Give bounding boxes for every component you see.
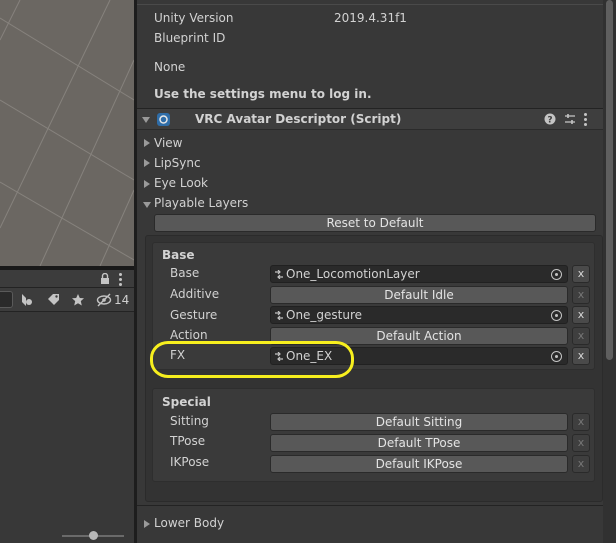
base-controller-value: One_LocomotionLayer <box>286 267 420 281</box>
section-separator <box>137 505 603 506</box>
additive-remove-button: x <box>572 286 590 304</box>
foldout-arrow-icon[interactable] <box>144 159 150 167</box>
sitting-remove-button: x <box>572 413 590 431</box>
blueprint-id-label: Blueprint ID <box>154 31 226 45</box>
preset-icon[interactable] <box>564 113 576 125</box>
kebab-menu-icon[interactable] <box>119 273 122 288</box>
base-remove-button[interactable]: x <box>572 265 590 283</box>
sitting-default-button[interactable]: Default Sitting <box>270 413 568 431</box>
scene-grid <box>0 0 134 266</box>
hierarchy-toolbar: 14 <box>0 288 134 312</box>
foldout-arrow-icon[interactable] <box>144 139 150 147</box>
base-controller-field[interactable]: One_LocomotionLayer <box>270 265 568 283</box>
slider-thumb[interactable] <box>89 531 98 540</box>
blueprint-id-value: None <box>154 60 186 74</box>
hierarchy-panel: 14 <box>0 270 134 543</box>
kebab-menu-icon[interactable] <box>584 113 587 128</box>
action-remove-button: x <box>572 327 590 345</box>
layer-label-tpose: TPose <box>170 434 206 448</box>
ikpose-default-button[interactable]: Default IKPose <box>270 455 568 473</box>
hierarchy-tab-bar <box>0 270 134 288</box>
layer-label-base: Base <box>170 266 200 280</box>
animator-controller-icon <box>275 270 283 279</box>
layer-label-gesture: Gesture <box>170 308 218 322</box>
scrollbar-thumb[interactable] <box>606 0 613 360</box>
gesture-controller-field[interactable]: One_gesture <box>270 306 568 324</box>
layer-label-sitting: Sitting <box>170 414 209 428</box>
base-group-title: Base <box>162 248 195 262</box>
fx-highlight-annotation <box>150 341 354 378</box>
tpose-default-button[interactable]: Default TPose <box>270 434 568 452</box>
previous-field-edge <box>137 0 603 5</box>
layer-label-additive: Additive <box>170 287 220 301</box>
foldout-lower-body[interactable]: Lower Body <box>154 516 224 530</box>
layer-label-ikpose: IKPose <box>170 455 210 469</box>
animator-controller-icon <box>275 311 283 320</box>
foldout-lipsync[interactable]: LipSync <box>154 156 201 170</box>
login-message: Use the settings menu to log in. <box>154 87 372 101</box>
object-picker-icon[interactable] <box>551 269 562 280</box>
help-icon[interactable]: ? <box>544 113 556 125</box>
additive-default-button[interactable]: Default Idle <box>270 286 568 304</box>
inspector-scrollbar[interactable] <box>603 0 616 543</box>
layer-label-action: Action <box>170 328 208 342</box>
collapse-arrow-icon[interactable] <box>142 117 150 123</box>
tpose-remove-button: x <box>572 434 590 452</box>
unity-version-label: Unity Version <box>154 11 234 25</box>
special-group-title: Special <box>162 395 211 409</box>
scene-view[interactable] <box>0 0 134 266</box>
component-title: VRC Avatar Descriptor (Script) <box>195 112 402 126</box>
svg-text:?: ? <box>547 116 552 126</box>
foldout-view[interactable]: View <box>154 136 182 150</box>
foldout-expanded-arrow-icon[interactable] <box>143 202 151 208</box>
foldout-arrow-icon[interactable] <box>144 520 150 528</box>
lock-icon[interactable] <box>100 273 110 284</box>
tag-icon[interactable] <box>46 293 60 307</box>
object-picker-icon[interactable] <box>551 310 562 321</box>
object-picker-icon[interactable] <box>551 351 562 362</box>
fx-remove-button[interactable]: x <box>572 347 590 365</box>
foldout-playable-layers[interactable]: Playable Layers <box>154 196 248 210</box>
foldout-arrow-icon[interactable] <box>144 180 150 188</box>
hidden-eye-icon[interactable] <box>96 293 112 307</box>
foldout-eye-look[interactable]: Eye Look <box>154 176 208 190</box>
search-field[interactable] <box>0 291 13 308</box>
reset-to-default-button[interactable]: Reset to Default <box>154 214 596 232</box>
inspector-panel: Unity Version 2019.4.31f1 Blueprint ID N… <box>137 0 603 543</box>
gesture-controller-value: One_gesture <box>286 308 363 322</box>
favorite-star-icon[interactable] <box>71 293 85 307</box>
hidden-count: 14 <box>114 293 130 307</box>
gesture-remove-button[interactable]: x <box>572 306 590 324</box>
scene-visibility-icon[interactable] <box>19 293 33 307</box>
script-icon <box>157 113 170 126</box>
unity-version-value: 2019.4.31f1 <box>334 11 407 25</box>
hierarchy-zoom-slider[interactable] <box>0 530 134 543</box>
ikpose-remove-button: x <box>572 455 590 473</box>
component-header[interactable]: VRC Avatar Descriptor (Script) ? <box>137 108 603 130</box>
